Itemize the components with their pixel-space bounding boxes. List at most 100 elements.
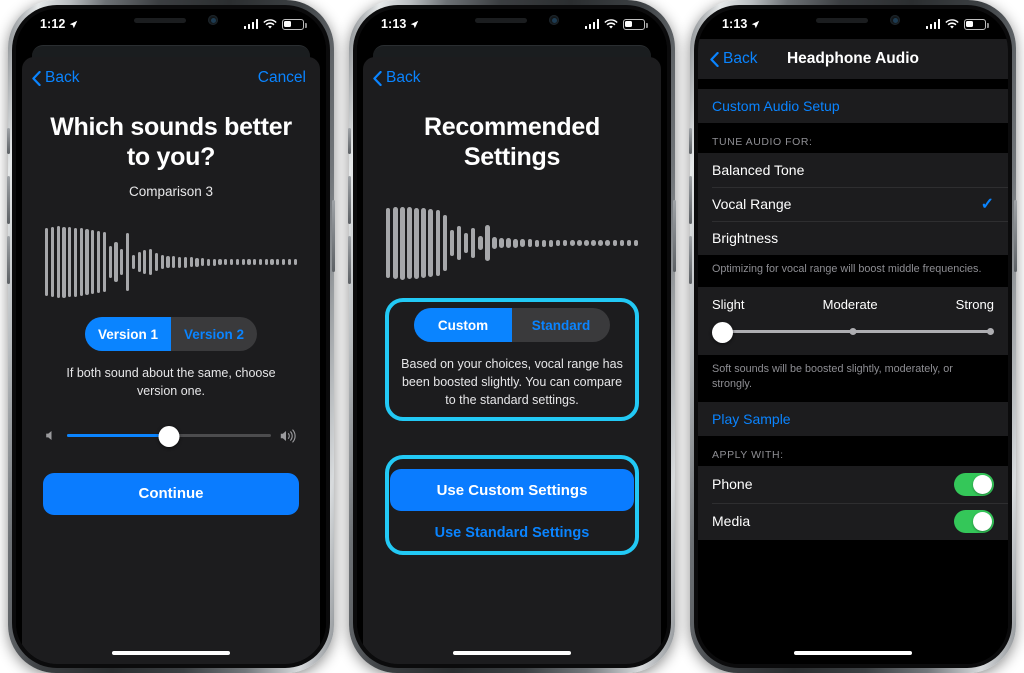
- tune-option-row[interactable]: Vocal Range ✓: [698, 187, 1008, 221]
- phone-headphone-audio: 1:13 Back Headphone Audio Custom Audio S…: [689, 0, 1017, 673]
- segment-version-1[interactable]: Version 1: [85, 317, 171, 351]
- waveform-bar: [108, 246, 112, 278]
- play-sample-row[interactable]: Play Sample: [698, 402, 1008, 436]
- waveform-bar: [230, 259, 234, 265]
- waveform-bar: [407, 207, 412, 279]
- tune-option-row[interactable]: Brightness: [698, 221, 1008, 255]
- version-segmented-control[interactable]: Version 1 Version 2: [85, 317, 257, 351]
- toggle-phone[interactable]: [954, 472, 994, 496]
- waveform-bar: [584, 240, 589, 246]
- waveform-bar: [393, 207, 398, 279]
- waveform-bar: [421, 208, 426, 278]
- waveform-bar: [91, 230, 95, 294]
- power-button[interactable]: [332, 200, 335, 272]
- waveform-bar: [154, 253, 159, 271]
- custom-standard-segmented-control[interactable]: Custom Standard: [414, 308, 610, 342]
- tune-option-label: Balanced Tone: [712, 162, 805, 178]
- volume-down-button[interactable]: [7, 236, 10, 284]
- checkmark-icon: ✓: [980, 196, 994, 213]
- tune-audio-header: TUNE AUDIO FOR:: [712, 136, 813, 148]
- segment-standard[interactable]: Standard: [512, 308, 610, 342]
- waveform-bar: [499, 238, 504, 248]
- screen-recommended: 1:13 Back Recommended Settings Custom St…: [357, 9, 667, 664]
- waveform-visualization: [386, 202, 639, 284]
- back-button[interactable]: Back: [32, 69, 79, 87]
- wifi-icon: [604, 18, 618, 29]
- volume-up-button[interactable]: [7, 176, 10, 224]
- back-label: Back: [386, 69, 421, 86]
- back-button[interactable]: Back: [710, 50, 757, 68]
- strength-label: Moderate: [822, 296, 878, 312]
- segment-version-2[interactable]: Version 2: [171, 317, 257, 351]
- waveform-bar: [114, 242, 118, 282]
- battery-icon: [282, 18, 307, 30]
- screenshot-stage: 1:12 Back Cancel Which sounds better to …: [0, 0, 1024, 673]
- battery-icon: [623, 18, 648, 30]
- strength-knob[interactable]: [712, 321, 733, 343]
- cancel-label: Cancel: [257, 69, 306, 86]
- toggle-media[interactable]: [954, 509, 994, 533]
- strength-slider[interactable]: [712, 321, 994, 343]
- use-custom-settings-button[interactable]: Use Custom Settings: [390, 469, 634, 512]
- waveform-bar: [449, 230, 455, 256]
- waveform-bar: [570, 240, 575, 246]
- waveform-bar: [562, 240, 568, 246]
- power-button[interactable]: [1014, 200, 1017, 272]
- mute-switch[interactable]: [7, 128, 10, 154]
- status-time: 1:13: [722, 17, 748, 31]
- home-indicator[interactable]: [453, 651, 571, 655]
- segment-custom[interactable]: Custom: [414, 308, 512, 342]
- strength-tick-moderate: [849, 328, 857, 336]
- volume-fill: [67, 434, 169, 437]
- volume-up-button[interactable]: [689, 176, 692, 224]
- waveform-bar: [282, 259, 286, 265]
- custom-audio-setup-row[interactable]: Custom Audio Setup: [698, 89, 1008, 123]
- sheet-nav-bar: Back: [363, 57, 661, 99]
- waveform-bar: [619, 240, 625, 246]
- waveform-bar: [577, 240, 582, 246]
- home-indicator[interactable]: [112, 651, 230, 655]
- mute-switch[interactable]: [689, 128, 692, 154]
- waveform-bar: [195, 257, 199, 267]
- location-arrow-icon: [411, 20, 419, 28]
- waveform-bar: [400, 206, 405, 280]
- location-arrow-icon: [70, 20, 78, 28]
- waveform-bar: [485, 225, 490, 261]
- waveform-bar: [548, 239, 554, 247]
- cancel-button[interactable]: Cancel: [258, 69, 306, 87]
- volume-down-button[interactable]: [689, 236, 692, 284]
- volume-up-button[interactable]: [348, 176, 351, 224]
- continue-button[interactable]: Continue: [43, 472, 299, 515]
- waveform-bar: [428, 209, 433, 277]
- phone-recommended: 1:13 Back Recommended Settings Custom St…: [348, 0, 676, 673]
- tune-option-label: Brightness: [712, 230, 779, 246]
- volume-knob[interactable]: [158, 425, 180, 447]
- phone-comparison: 1:12 Back Cancel Which sounds better to …: [7, 0, 335, 673]
- apply-with-rows: Phone Media: [698, 465, 1008, 540]
- back-button[interactable]: Back: [373, 69, 420, 87]
- waveform-bar: [62, 226, 66, 298]
- waveform-bar: [189, 257, 193, 267]
- waveform-visualization: [45, 221, 297, 303]
- strength-tick-strong: [987, 328, 994, 336]
- volume-down-button[interactable]: [348, 236, 351, 284]
- waveform-bar: [555, 240, 561, 246]
- waveform-bar: [241, 259, 245, 265]
- home-indicator[interactable]: [794, 651, 912, 655]
- status-time: 1:12: [40, 17, 66, 31]
- mute-switch[interactable]: [348, 128, 351, 154]
- toggle-knob: [973, 474, 992, 494]
- waveform-bar: [293, 259, 297, 265]
- waveform-bar: [50, 227, 54, 297]
- tune-option-row[interactable]: Balanced Tone: [698, 153, 1008, 187]
- volume-slider[interactable]: [45, 425, 297, 447]
- tune-audio-footnote: Optimizing for vocal range will boost mi…: [712, 263, 982, 275]
- settings-nav-bar: Back Headphone Audio: [698, 39, 1008, 79]
- volume-track[interactable]: [67, 425, 271, 447]
- waveform-bar: [125, 233, 130, 291]
- power-button[interactable]: [673, 200, 676, 272]
- page-title: Recommended Settings: [424, 113, 600, 171]
- waveform-bar: [183, 256, 187, 268]
- waveform-bar: [478, 236, 483, 250]
- use-standard-settings-button[interactable]: Use Standard Settings: [435, 525, 590, 541]
